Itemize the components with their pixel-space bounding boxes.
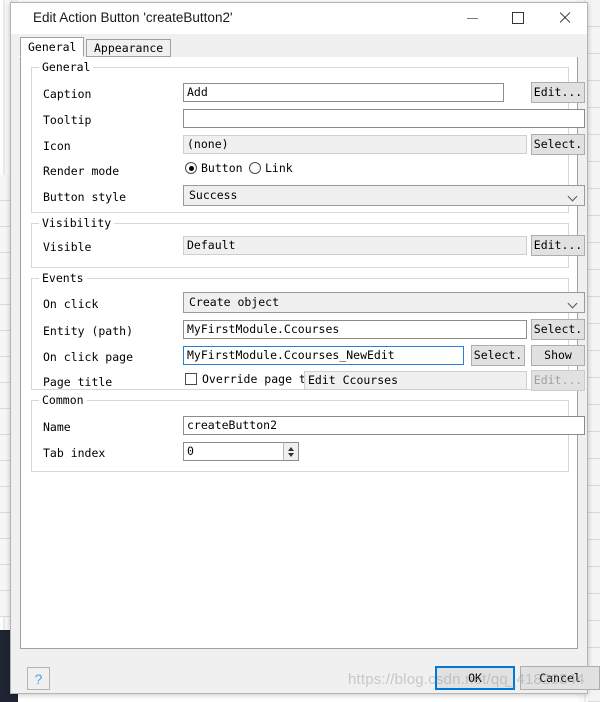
cancel-button[interactable]: Cancel [520,666,600,690]
minimize-button[interactable] [449,3,495,33]
close-button[interactable] [541,3,587,33]
minimize-icon [466,17,478,19]
tab-index-label: Tab index [43,446,106,460]
tab-page-general: General Caption Add Edit... Tooltip Icon… [20,57,585,649]
help-button[interactable]: ? [27,667,50,690]
on-click-value: Create object [189,295,280,309]
tab-index-input[interactable]: 0 [183,442,299,461]
group-general: General Caption Add Edit... Tooltip Icon… [31,60,585,213]
override-page-title-label: Override page t [202,372,306,386]
name-input[interactable]: createButton2 [183,416,585,435]
on-click-page-label: On click page [43,350,134,364]
group-visibility: Visibility Visible Default Edit... [31,216,585,268]
on-click-page-input[interactable]: MyFirstModule.Ccourses_NewEdit [183,346,464,365]
render-mode-link-label: Link [265,161,293,175]
group-common-title: Common [39,393,87,407]
stepper-up-icon[interactable] [288,447,294,451]
group-events-title: Events [39,271,87,285]
stepper-down-icon[interactable] [288,453,294,457]
render-mode-radio-button[interactable]: Button [185,161,243,175]
on-click-page-show-button[interactable]: Show [531,345,585,366]
render-mode-radio-link[interactable]: Link [249,161,293,175]
visible-edit-button[interactable]: Edit... [531,235,585,256]
maximize-button[interactable] [495,3,541,33]
group-events: Events On click Create object Entity (pa… [31,271,585,391]
icon-value: (none) [183,135,527,154]
entity-path-select-button[interactable]: Select. [531,319,585,340]
render-mode-label: Render mode [43,164,120,178]
tooltip-label: Tooltip [43,113,92,127]
help-icon: ? [34,670,43,687]
group-common: Common Name createButton2 Tab index 0 [31,393,585,472]
caption-edit-button[interactable]: Edit... [531,82,585,103]
override-page-title-checkbox[interactable]: Override page t [185,372,306,386]
page-title-edit-button: Edit... [531,370,585,391]
page-title-label: Page title [43,375,113,389]
tooltip-input[interactable] [183,109,585,128]
window-title: Edit Action Button 'createButton2' [33,10,233,25]
background-list-right [588,0,600,702]
window-controls [449,3,587,33]
button-style-select[interactable]: Success [183,185,585,206]
caption-input[interactable]: Add [183,83,504,102]
entity-path-input[interactable]: MyFirstModule.Ccourses [183,320,527,339]
button-style-label: Button style [43,190,127,204]
screen: Edit Action Button 'createButton2' Gener… [0,0,600,702]
on-click-label: On click [43,297,99,311]
ok-button[interactable]: OK [435,666,515,690]
page-title-value: Edit Ccourses [304,371,527,390]
entity-path-label: Entity (path) [43,324,134,338]
radio-button-icon [249,162,261,174]
edit-action-button-dialog: Edit Action Button 'createButton2' Gener… [10,2,600,694]
close-icon [558,12,570,24]
tab-index-stepper[interactable] [283,442,299,461]
icon-label: Icon [43,139,71,153]
visible-value: Default [183,236,527,255]
tab-strip: General Appearance [20,37,578,58]
visible-label: Visible [43,240,92,254]
icon-select-button[interactable]: Select. [531,134,585,155]
group-visibility-title: Visibility [39,216,115,230]
chevron-down-icon [569,300,577,305]
group-general-title: General [39,60,94,74]
tab-general[interactable]: General [20,37,85,57]
chevron-down-icon [569,193,577,198]
checkbox-icon [185,373,197,385]
on-click-select[interactable]: Create object [183,292,585,313]
on-click-page-select-button[interactable]: Select. [471,345,525,366]
radio-button-icon [185,162,197,174]
caption-label: Caption [43,87,92,101]
button-style-value: Success [189,188,238,202]
maximize-icon [512,12,524,24]
title-bar: Edit Action Button 'createButton2' [11,3,587,34]
render-mode-button-label: Button [201,161,243,175]
tab-appearance[interactable]: Appearance [86,39,172,57]
name-label: Name [43,420,71,434]
